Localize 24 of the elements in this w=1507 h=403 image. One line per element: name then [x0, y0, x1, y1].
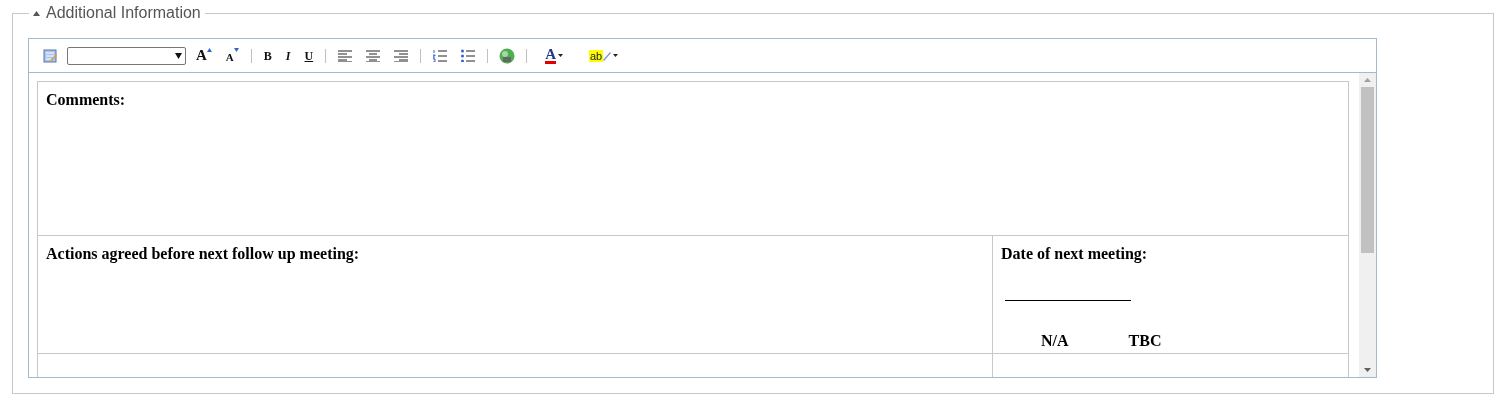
font-grow-button[interactable]: A — [190, 44, 218, 67]
caret-icon — [613, 54, 619, 57]
highlight-button[interactable]: ab — [583, 44, 625, 67]
cell-heading: Comments: — [46, 90, 127, 110]
dropdown-arrow-icon — [175, 52, 182, 59]
scroll-up-icon[interactable] — [1364, 78, 1371, 82]
cell-heading: Date of next meeting: — [1001, 244, 1149, 265]
scrollbar-thumb[interactable] — [1361, 87, 1374, 253]
collapse-icon[interactable] — [33, 10, 40, 16]
cell-heading: Actions agreed before next follow up meeting: — [46, 244, 361, 265]
italic-button[interactable]: I — [279, 44, 297, 67]
font-color-button[interactable]: A — [539, 44, 569, 67]
font-shrink-button[interactable]: A — [219, 44, 245, 67]
underline-button[interactable]: U — [298, 44, 320, 67]
option-label: TBC — [1128, 331, 1162, 351]
caret-icon — [558, 54, 563, 57]
down-caret-icon — [233, 47, 239, 52]
option-label: N/A — [1041, 331, 1069, 351]
bold-button[interactable]: B — [257, 44, 278, 67]
scrollbar[interactable] — [1359, 73, 1376, 377]
pencil-icon — [602, 50, 612, 61]
scroll-down-icon[interactable] — [1364, 368, 1371, 372]
up-caret-icon — [206, 47, 212, 52]
font-size-dropdown[interactable] — [67, 46, 186, 65]
